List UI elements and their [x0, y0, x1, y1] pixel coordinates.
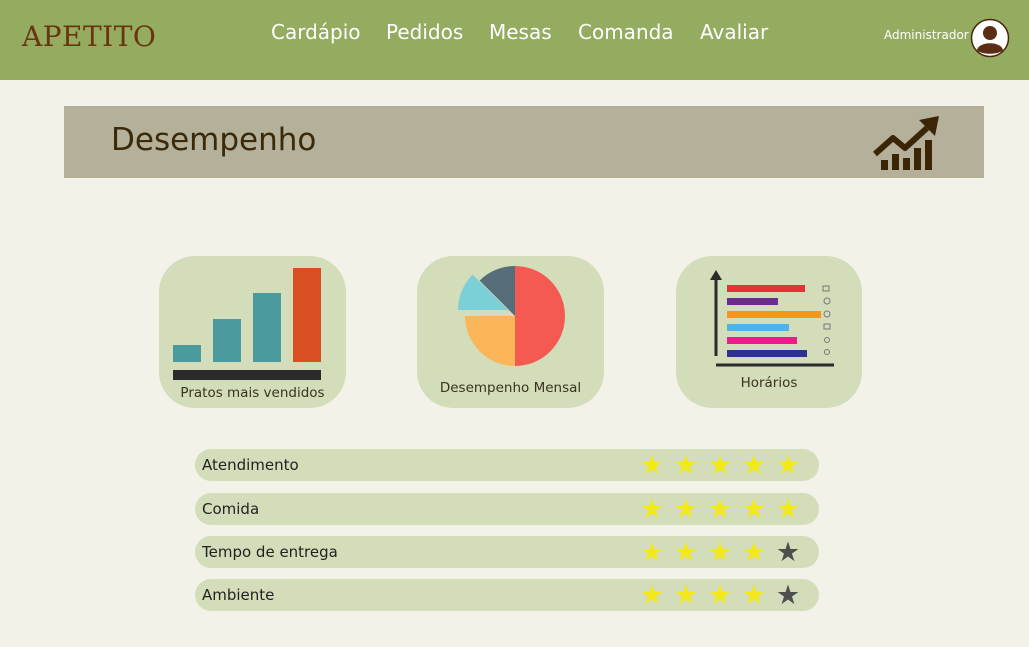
card-pratos-mais-vendidos[interactable]: Pratos mais vendidos [159, 256, 346, 408]
star-icon[interactable]: ★ [771, 581, 805, 609]
star-icon[interactable]: ★ [703, 581, 737, 609]
star-icon[interactable]: ★ [737, 538, 771, 566]
nav-link-comanda[interactable]: Comanda [578, 20, 674, 44]
star-icon[interactable]: ★ [771, 538, 805, 566]
rating-row-ambiente: Ambiente ★ ★ ★ ★ ★ [195, 579, 819, 611]
star-icon[interactable]: ★ [635, 451, 669, 479]
star-icon[interactable]: ★ [703, 538, 737, 566]
star-icon[interactable]: ★ [669, 581, 703, 609]
rating-label: Comida [202, 500, 260, 518]
page-title: Desempenho [111, 122, 317, 158]
rating-label: Ambiente [202, 586, 275, 604]
star-icon[interactable]: ★ [703, 495, 737, 523]
rating-row-atendimento: Atendimento ★ ★ ★ ★ ★ [195, 449, 819, 481]
star-rating: ★ ★ ★ ★ ★ [635, 493, 805, 525]
star-icon[interactable]: ★ [635, 538, 669, 566]
star-rating: ★ ★ ★ ★ ★ [635, 536, 805, 568]
star-icon[interactable]: ★ [771, 495, 805, 523]
star-icon[interactable]: ★ [669, 451, 703, 479]
rating-label: Tempo de entrega [202, 543, 338, 561]
nav-link-cardapio[interactable]: Cardápio [271, 20, 361, 44]
card-label: Pratos mais vendidos [180, 385, 325, 401]
nav-link-pedidos[interactable]: Pedidos [386, 20, 463, 44]
star-icon[interactable]: ★ [669, 538, 703, 566]
card-horarios[interactable]: Horários [676, 256, 862, 408]
top-navbar: APETITO Cardápio Pedidos Mesas Comanda A… [0, 0, 1029, 80]
star-icon[interactable]: ★ [669, 495, 703, 523]
card-label: Desempenho Mensal [439, 380, 582, 396]
rating-row-comida: Comida ★ ★ ★ ★ ★ [195, 493, 819, 525]
star-icon[interactable]: ★ [703, 451, 737, 479]
rating-label: Atendimento [202, 456, 299, 474]
rating-row-tempo-de-entrega: Tempo de entrega ★ ★ ★ ★ ★ [195, 536, 819, 568]
star-icon[interactable]: ★ [635, 581, 669, 609]
nav-link-avaliar[interactable]: Avaliar [700, 20, 768, 44]
card-desempenho-mensal[interactable]: Desempenho Mensal [417, 256, 604, 408]
star-icon[interactable]: ★ [737, 581, 771, 609]
trending-up-chart-icon [873, 114, 943, 174]
brand-logo[interactable]: APETITO [22, 20, 156, 53]
star-rating: ★ ★ ★ ★ ★ [635, 579, 805, 611]
star-icon[interactable]: ★ [635, 495, 669, 523]
star-icon[interactable]: ★ [737, 495, 771, 523]
star-icon[interactable]: ★ [771, 451, 805, 479]
star-rating: ★ ★ ★ ★ ★ [635, 449, 805, 481]
user-avatar-icon[interactable] [970, 18, 1010, 58]
user-name[interactable]: Administrador [884, 28, 969, 42]
page-header-banner: Desempenho [64, 106, 984, 178]
nav-link-mesas[interactable]: Mesas [489, 20, 552, 44]
card-label: Horários [740, 375, 798, 391]
star-icon[interactable]: ★ [737, 451, 771, 479]
